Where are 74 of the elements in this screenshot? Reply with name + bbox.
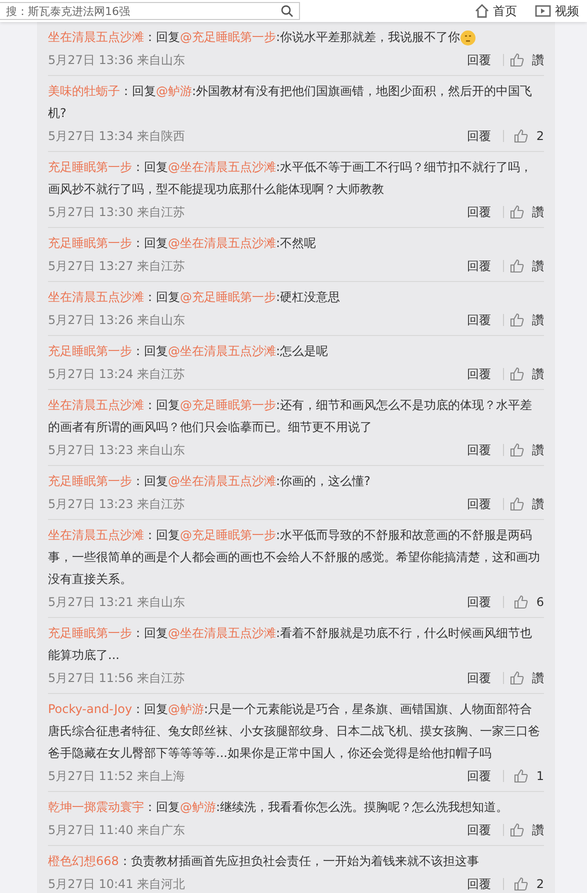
like-button[interactable]: 2 — [510, 129, 544, 143]
like-button[interactable]: 讚 — [510, 312, 544, 328]
comment-time: 5月27日 13:30 来自江苏 — [48, 204, 186, 220]
like-button[interactable]: 讚 — [510, 52, 544, 68]
reply-button[interactable]: 回覆 — [461, 876, 497, 892]
like-button[interactable]: 2 — [510, 877, 544, 891]
nav-link[interactable]: 视频 — [535, 2, 579, 20]
comment-text: Pocky-and-Joy：回复@鲈游:只是一个元素能说是巧合，星条旗、画错国旗、人物面部符合唐氏综合征患者特征、兔女郎丝袜、小女孩腿部纹身、日本二战飞机、摸女孩胸、一家三口爸爸手隐藏在女儿臀部下等等等等...如果你是正常中国人，你还会觉得是给他扣帽子吗 — [48, 701, 541, 762]
thumbs-up-icon — [510, 259, 524, 273]
comment-text: 坐在清晨五点沙滩：回复@充足睡眠第一步:水平低而导致的不舒服和故意画的不舒服是两码事，一些很简单的画是个人都会画的画也不会给人不舒服的感觉。希望你能搞清楚，这和画功没有直接关系。 — [48, 527, 541, 588]
reply-button[interactable]: 回覆 — [461, 594, 497, 610]
reply-button[interactable]: 回覆 — [461, 312, 497, 328]
thumbs-up-icon — [514, 129, 528, 143]
comment-time: 5月27日 13:23 来自山东 — [48, 442, 186, 458]
thumbs-up-icon — [514, 877, 528, 891]
reply-button[interactable]: 回覆 — [461, 670, 497, 686]
thumbs-up-icon — [514, 595, 528, 609]
comment-time: 5月27日 13:36 来自山东 — [48, 52, 186, 68]
comment-time: 5月27日 13:27 来自江苏 — [48, 258, 186, 274]
video-icon — [535, 4, 551, 18]
comment-text: 坐在清晨五点沙滩：回复@充足睡眠第一步:你说水平差那就差，我说服不了你 — [48, 26, 544, 48]
thumbs-up-icon — [510, 53, 524, 67]
search-icon — [281, 5, 293, 17]
reply-button[interactable]: 回覆 — [461, 52, 497, 68]
comment-time: 5月27日 10:41 来自河北 — [48, 876, 186, 892]
nav-label: 视频 — [555, 2, 579, 20]
comment-text: 充足睡眠第一步：回复@坐在清晨五点沙滩:看着不舒服就是功底不行，什么时候画风细节也能算功底了... — [48, 625, 534, 664]
comment-time: 5月27日 11:52 来自上海 — [48, 768, 186, 784]
reply-button[interactable]: 回覆 — [461, 442, 497, 458]
comment-text: 橙色幻想668：负责教材插画首先应担负社会责任，一开始为着钱来就不该担这事 — [48, 853, 480, 870]
emoji-icon — [460, 30, 476, 46]
like-button[interactable]: 讚 — [510, 496, 544, 512]
reply-button[interactable]: 回覆 — [461, 204, 497, 220]
comment-time: 5月27日 13:26 来自山东 — [48, 312, 186, 328]
thumbs-up-icon — [510, 823, 524, 837]
comment-text: 乾坤一掷震动寰宇：回复@鲈游:继续洗，我看看你怎么洗。摸胸呢？怎么洗我想知道。 — [48, 799, 510, 816]
like-button[interactable]: 讚 — [510, 366, 544, 382]
like-button[interactable]: 讚 — [510, 204, 544, 220]
reply-button[interactable]: 回覆 — [461, 128, 497, 144]
comment-time: 5月27日 13:24 来自江苏 — [48, 366, 186, 382]
like-button[interactable]: 讚 — [510, 670, 544, 686]
like-button[interactable]: 6 — [510, 595, 544, 609]
thumbs-up-icon — [510, 313, 524, 327]
reply-button[interactable]: 回覆 — [461, 496, 497, 512]
nav-label: 首页 — [493, 2, 517, 20]
comment-time: 5月27日 13:23 来自江苏 — [48, 496, 186, 512]
like-button[interactable]: 1 — [510, 769, 544, 783]
reply-button[interactable]: 回覆 — [461, 822, 497, 838]
like-button[interactable]: 讚 — [510, 258, 544, 274]
reply-button[interactable]: 回覆 — [461, 258, 497, 274]
like-button[interactable]: 讚 — [510, 822, 544, 838]
comment-text: 充足睡眠第一步：回复@坐在清晨五点沙滩:水平低不等于画工不行吗？细节扣不就行了吗，画风抄不就行了吗，型不能提现功底那什么能体现啊？大师教教 — [48, 159, 534, 198]
thumbs-up-icon — [510, 205, 524, 219]
comment-text: 美味的牡蛎子：回复@鲈游:外国教材有没有把他们国旗画错，地图少面积，然后开的中国飞机? — [48, 83, 534, 122]
search-field[interactable]: 搜：斯瓦泰克进法网16强 — [0, 2, 300, 20]
comment-time: 5月27日 13:34 来自陕西 — [48, 128, 186, 144]
nav-link[interactable]: 首页 — [475, 2, 517, 20]
comment-text: 充足睡眠第一步：回复@坐在清晨五点沙滩:你画的，这么懂? — [48, 473, 372, 490]
thumbs-up-icon — [510, 367, 524, 381]
reply-button[interactable]: 回覆 — [461, 768, 497, 784]
thumbs-up-icon — [510, 443, 524, 457]
comment-time: 5月27日 11:40 来自广东 — [48, 822, 186, 838]
home-icon — [475, 4, 489, 18]
thumbs-up-icon — [510, 671, 524, 685]
comment-text: 坐在清晨五点沙滩：回复@充足睡眠第一步:硬杠没意思 — [48, 289, 342, 306]
like-button[interactable]: 讚 — [510, 442, 544, 458]
comment-time: 5月27日 13:21 来自山东 — [48, 594, 186, 610]
comment-text: 坐在清晨五点沙滩：回复@充足睡眠第一步:还有，细节和画风怎么不是功底的体现？水平差的画者有所谓的画风吗？他们只会临摹而已。细节更不用说了 — [48, 397, 534, 436]
comment-time: 5月27日 11:56 来自江苏 — [48, 670, 186, 686]
thumbs-up-icon — [510, 497, 524, 511]
reply-button[interactable]: 回覆 — [461, 366, 497, 382]
comment-text: 充足睡眠第一步：回复@坐在清晨五点沙滩:不然呢 — [48, 235, 318, 252]
thumbs-up-icon — [514, 769, 528, 783]
comment-text: 充足睡眠第一步：回复@坐在清晨五点沙滩:怎么是呢 — [48, 343, 330, 360]
